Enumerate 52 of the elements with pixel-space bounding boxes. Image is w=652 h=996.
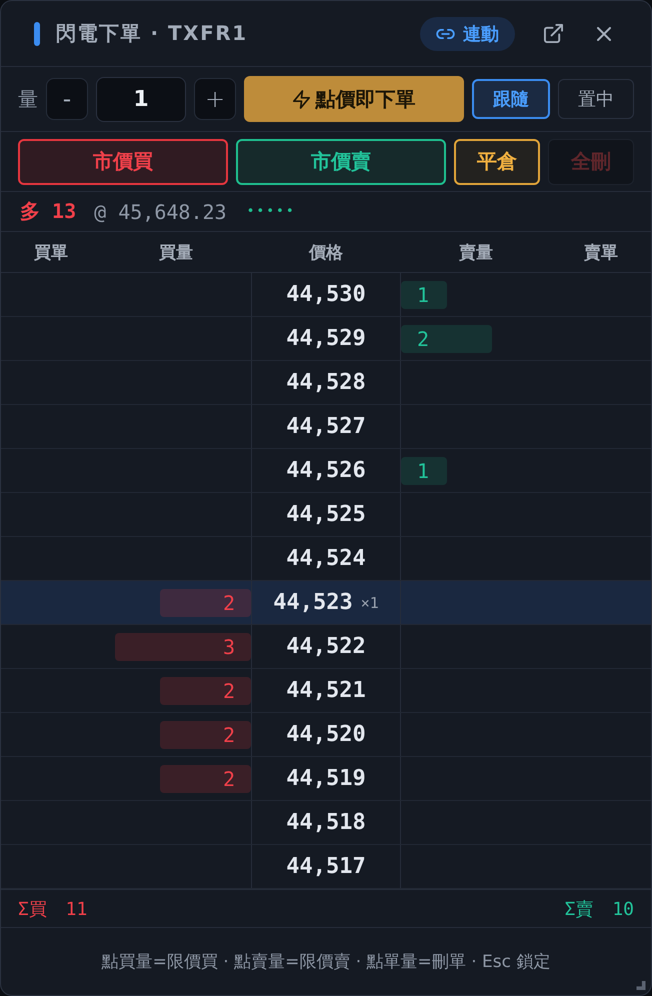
buy-total: Σ買 11 bbox=[18, 898, 88, 920]
price-value: 44,528 bbox=[286, 370, 366, 395]
buy-volume-bar[interactable]: 2 bbox=[160, 720, 251, 748]
column-header: 賣單 bbox=[584, 242, 618, 264]
average-price: @ 45,648.23 bbox=[94, 200, 227, 224]
sell-volume-bar[interactable]: 2 bbox=[401, 324, 492, 352]
sell-volume-bar[interactable]: 1 bbox=[401, 280, 446, 308]
price-value: 44,523 bbox=[273, 590, 353, 615]
price-value: 44,530 bbox=[286, 282, 366, 307]
toggle-button[interactable]: 跟隨 bbox=[472, 79, 550, 119]
position-size: 多 13 bbox=[20, 198, 76, 225]
sell-total: Σ賣 10 bbox=[564, 898, 634, 920]
window-title: 閃電下單 · TXFR1 bbox=[56, 20, 248, 47]
lightning-icon bbox=[292, 90, 310, 108]
price-value: 44,519 bbox=[286, 766, 366, 791]
price-value: 44,526 bbox=[286, 458, 366, 483]
buy-volume-bar[interactable]: 3 bbox=[114, 632, 251, 660]
trade-count: ×1 bbox=[360, 594, 379, 612]
quantity-field[interactable]: 1 bbox=[96, 76, 186, 122]
price-value: 44,525 bbox=[286, 502, 366, 527]
action-button[interactable]: 平倉 bbox=[454, 138, 540, 184]
price-value: 44,521 bbox=[286, 678, 366, 703]
column-header: 買單 bbox=[34, 242, 68, 264]
toggle-button[interactable]: 置中 bbox=[558, 79, 634, 119]
buy-volume-bar[interactable]: 2 bbox=[160, 588, 251, 616]
link-icon bbox=[436, 28, 455, 38]
close-icon[interactable] bbox=[597, 26, 611, 40]
action-button[interactable]: 市價賣 bbox=[236, 138, 446, 184]
place-order-button[interactable]: 點價即下單 bbox=[244, 76, 464, 122]
increment-button[interactable]: + bbox=[194, 78, 236, 120]
price-value: 44,527 bbox=[286, 414, 366, 439]
title-accent-bar bbox=[34, 22, 40, 46]
external-link-icon[interactable] bbox=[544, 24, 563, 43]
buy-volume-bar[interactable]: 2 bbox=[160, 676, 251, 704]
decrement-button[interactable]: - bbox=[46, 78, 88, 120]
price-value: 44,517 bbox=[286, 854, 366, 879]
price-value: 44,518 bbox=[286, 810, 366, 835]
dots-indicator: ••••• bbox=[246, 204, 296, 219]
action-button[interactable]: 市價買 bbox=[18, 138, 228, 184]
buy-volume-bar[interactable]: 2 bbox=[160, 764, 251, 792]
column-header: 價格 bbox=[309, 242, 343, 264]
price-value: 44,520 bbox=[286, 722, 366, 747]
column-header: 買量 bbox=[159, 242, 193, 264]
quantity-label: 量 bbox=[18, 86, 38, 112]
resize-grip-icon[interactable] bbox=[636, 981, 646, 990]
price-value: 44,529 bbox=[286, 326, 366, 351]
sell-volume-bar[interactable]: 1 bbox=[401, 456, 446, 484]
price-value: 44,522 bbox=[286, 634, 366, 659]
link-button[interactable]: 連動 bbox=[420, 16, 515, 50]
shortcut-hint: 點買量=限價買 · 點賣量=限價賣 · 點單量=刪單 · Esc 鎖定 bbox=[102, 951, 550, 973]
price-value: 44,524 bbox=[286, 546, 366, 571]
column-header: 賣量 bbox=[459, 242, 493, 264]
